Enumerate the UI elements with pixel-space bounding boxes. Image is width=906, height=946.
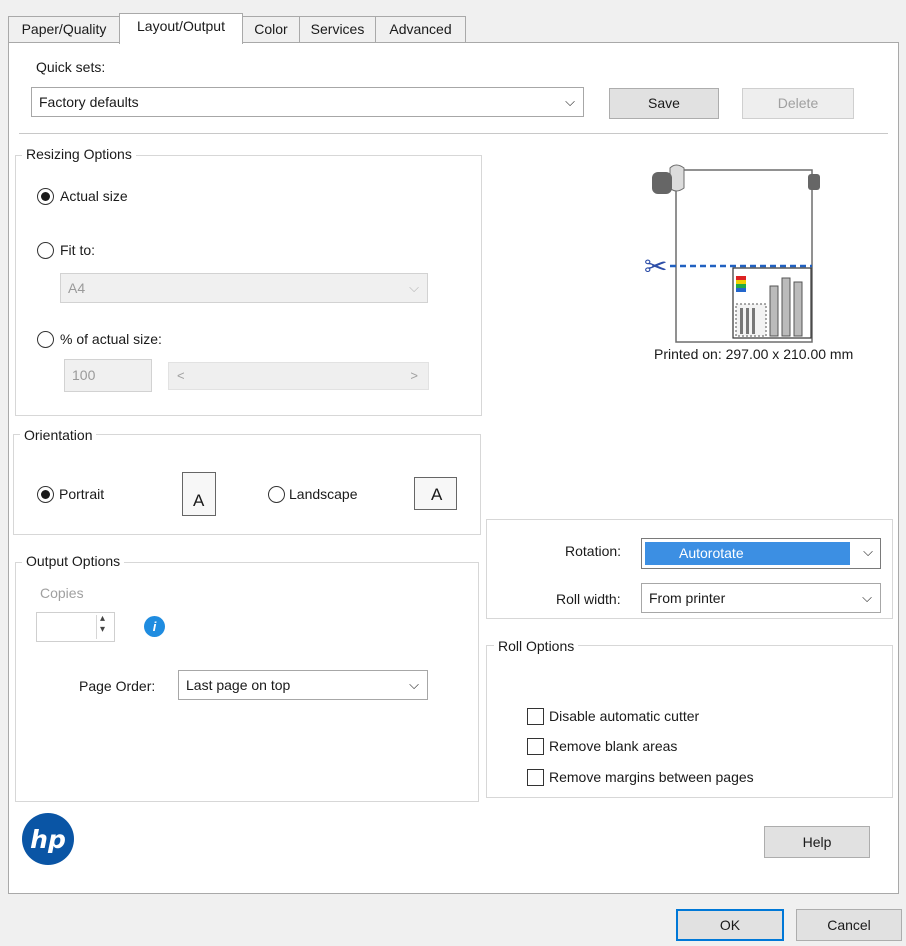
separator (19, 133, 888, 134)
page-order-dropdown[interactable]: Last page on top ⌵ (178, 670, 428, 700)
rotation-label: Rotation: (565, 543, 622, 559)
page-order-label: Page Order: (79, 678, 156, 694)
tab-color[interactable]: Color (242, 16, 300, 43)
scroll-left-icon[interactable]: < (177, 368, 185, 383)
portrait-page-icon: A (182, 472, 216, 516)
fit-to-dropdown[interactable]: A4 ⌵ (60, 273, 428, 303)
rotation-value: Autorotate (645, 542, 850, 565)
percent-size-radio[interactable] (37, 331, 54, 348)
chevron-down-icon: ⌵ (409, 677, 419, 692)
portrait-glyph: A (193, 491, 205, 510)
roll-printer-icon: ✂ (644, 164, 820, 343)
hp-logo: hp (22, 813, 74, 865)
chevron-down-icon: ⌵ (565, 94, 575, 109)
copies-label: Copies (40, 585, 84, 601)
printed-on-text: Printed on: 297.00 x 210.00 mm (654, 346, 854, 362)
chevron-down-icon: ⌵ (409, 280, 419, 295)
remove-blank-checkbox[interactable] (527, 738, 544, 755)
tab-advanced[interactable]: Advanced (375, 16, 466, 43)
rotation-dropdown[interactable]: Autorotate ⌵ (641, 538, 881, 569)
svg-text:✂: ✂ (644, 250, 667, 283)
portrait-radio[interactable] (37, 486, 54, 503)
output-options-title: Output Options (22, 553, 125, 569)
landscape-label: Landscape (289, 486, 358, 502)
percent-size-label: % of actual size: (60, 331, 162, 347)
tab-layout-output[interactable]: Layout/Output (119, 13, 243, 44)
help-button[interactable]: Help (764, 826, 870, 858)
quick-sets-value: Factory defaults (39, 94, 139, 110)
orientation-group (13, 434, 481, 535)
svg-text:hp: hp (30, 825, 66, 854)
copies-stepper[interactable]: ▴ ▾ (96, 613, 112, 639)
fit-to-label: Fit to: (60, 242, 96, 258)
orientation-title: Orientation (20, 427, 97, 443)
remove-margins-label: Remove margins between pages (549, 769, 754, 785)
remove-margins-checkbox[interactable] (527, 769, 544, 786)
stepper-down-icon[interactable]: ▾ (100, 624, 105, 635)
roll-width-label: Roll width: (556, 591, 621, 607)
landscape-page-icon: A (414, 477, 457, 510)
cancel-button[interactable]: Cancel (796, 909, 902, 941)
landscape-radio[interactable] (268, 486, 285, 503)
chevron-down-icon: ⌵ (863, 544, 873, 559)
scroll-right-icon[interactable]: > (410, 368, 418, 383)
percent-size-input[interactable]: 100 (64, 359, 152, 392)
save-button[interactable]: Save (609, 88, 719, 119)
tab-paper-quality[interactable]: Paper/Quality (8, 16, 120, 43)
info-icon[interactable]: i (144, 616, 165, 637)
roll-preview: ✂ (640, 158, 830, 348)
landscape-glyph: A (431, 485, 443, 504)
stepper-up-icon[interactable]: ▴ (100, 613, 105, 624)
copies-spinner[interactable]: ▴ ▾ (36, 612, 115, 642)
quick-sets-label: Quick sets: (36, 59, 106, 75)
roll-width-dropdown[interactable]: From printer ⌵ (641, 583, 881, 613)
page-order-value: Last page on top (186, 677, 291, 693)
disable-cutter-checkbox[interactable] (527, 708, 544, 725)
chevron-down-icon: ⌵ (862, 590, 872, 605)
tab-services[interactable]: Services (299, 16, 376, 43)
ok-button[interactable]: OK (676, 909, 784, 941)
remove-blank-label: Remove blank areas (549, 738, 678, 754)
resizing-options-title: Resizing Options (22, 146, 136, 162)
hp-logo-icon: hp (30, 825, 66, 854)
delete-button[interactable]: Delete (742, 88, 854, 119)
disable-cutter-label: Disable automatic cutter (549, 708, 700, 724)
quick-sets-dropdown[interactable]: Factory defaults ⌵ (31, 87, 584, 117)
fit-to-value: A4 (68, 280, 86, 296)
actual-size-radio[interactable] (37, 188, 54, 205)
roll-options-title: Roll Options (494, 638, 579, 654)
fit-to-radio[interactable] (37, 242, 54, 259)
roll-width-value: From printer (649, 590, 726, 606)
percent-size-slider[interactable]: < > (168, 362, 429, 390)
actual-size-label: Actual size (60, 188, 128, 204)
portrait-label: Portrait (59, 486, 105, 502)
